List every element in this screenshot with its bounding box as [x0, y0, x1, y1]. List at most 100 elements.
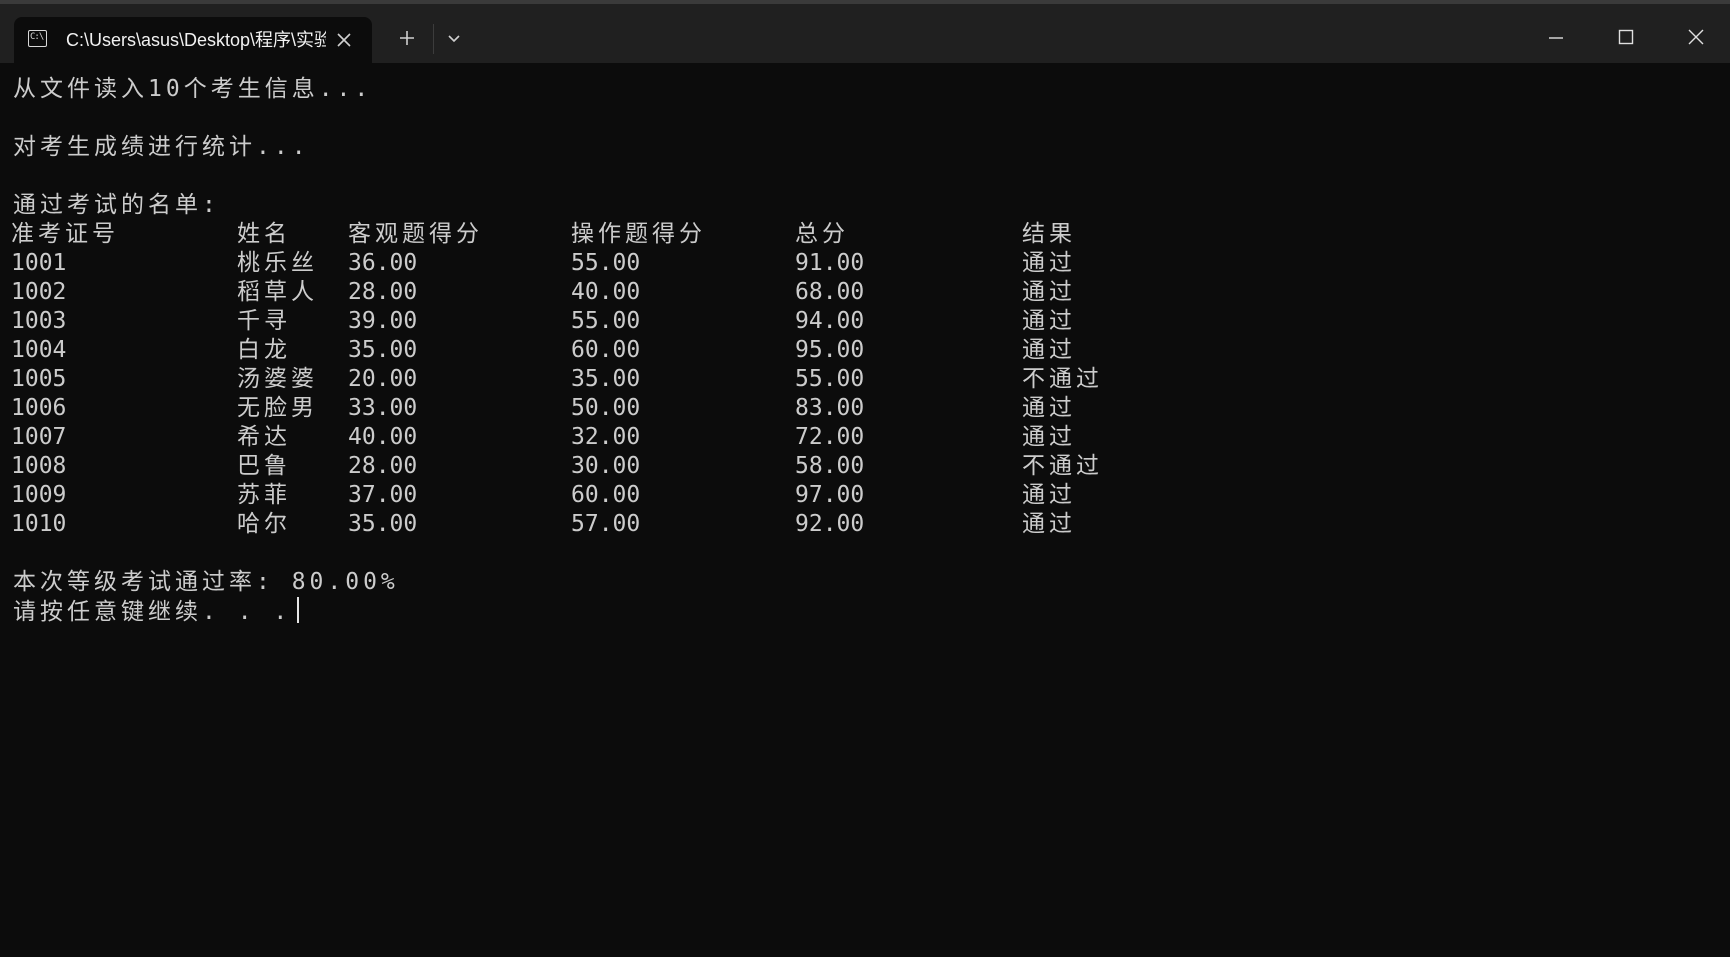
- chevron-down-icon: [448, 35, 460, 43]
- header-result: 结果: [1022, 221, 1076, 247]
- maximize-button[interactable]: [1596, 8, 1656, 64]
- cell-objective-score: 28.00: [348, 453, 418, 479]
- cell-total: 97.00: [795, 482, 865, 508]
- cell-total: 68.00: [795, 279, 865, 305]
- cell-objective-score: 35.00: [348, 337, 418, 363]
- console-line-pass-list: 通过考试的名单:: [13, 192, 220, 218]
- cell-result: 通过: [1022, 511, 1076, 537]
- close-icon: [337, 33, 351, 47]
- table-row: 1010 哈尔 35.00 57.00 92.00 通过: [11, 510, 1713, 539]
- new-tab-button[interactable]: [393, 24, 421, 52]
- cell-practical-score: 60.00: [571, 482, 641, 508]
- header-exam-id: 准考证号: [11, 221, 119, 247]
- cell-name: 无脸男: [237, 395, 318, 421]
- cell-result: 通过: [1022, 424, 1076, 450]
- cell-exam-id: 1001: [11, 250, 67, 276]
- cell-result: 通过: [1022, 308, 1076, 334]
- cell-practical-score: 40.00: [571, 279, 641, 305]
- minimize-button[interactable]: [1526, 8, 1586, 64]
- cell-result: 不通过: [1022, 453, 1103, 479]
- cell-result: 通过: [1022, 337, 1076, 363]
- cell-total: 94.00: [795, 308, 865, 334]
- cell-objective-score: 36.00: [348, 250, 418, 276]
- table-row: 1002 稻草人 28.00 40.00 68.00 通过: [11, 278, 1713, 307]
- cell-objective-score: 33.00: [348, 395, 418, 421]
- text-cursor: [297, 597, 300, 623]
- cell-result: 通过: [1022, 250, 1076, 276]
- cell-practical-score: 60.00: [571, 337, 641, 363]
- cell-exam-id: 1009: [11, 482, 67, 508]
- cell-name: 哈尔: [237, 511, 291, 537]
- console-line-read: 从文件读入10个考生信息...: [13, 76, 373, 102]
- cell-objective-score: 20.00: [348, 366, 418, 392]
- cell-name: 桃乐丝: [237, 250, 318, 276]
- table-row: 1003 千寻 39.00 55.00 94.00 通过: [11, 307, 1713, 336]
- cell-exam-id: 1008: [11, 453, 67, 479]
- cell-practical-score: 30.00: [571, 453, 641, 479]
- cell-exam-id: 1010: [11, 511, 67, 537]
- cell-name: 汤婆婆: [237, 366, 318, 392]
- tab-title: C:\Users\asus\Desktop\程序\实验: [66, 30, 326, 50]
- console-icon: C:\: [28, 30, 47, 47]
- cell-practical-score: 57.00: [571, 511, 641, 537]
- title-bar[interactable]: C:\ C:\Users\asus\Desktop\程序\实验: [0, 4, 1730, 63]
- minimize-icon: [1549, 37, 1563, 39]
- cell-objective-score: 39.00: [348, 308, 418, 334]
- table-row: 1004 白龙 35.00 60.00 95.00 通过: [11, 336, 1713, 365]
- cell-name: 白龙: [237, 337, 291, 363]
- console-output[interactable]: 从文件读入10个考生信息... 对考生成绩进行统计... 通过考试的名单: 准考…: [11, 75, 1713, 626]
- cell-result: 通过: [1022, 395, 1076, 421]
- cell-objective-score: 37.00: [348, 482, 418, 508]
- maximize-icon: [1618, 29, 1634, 45]
- cell-exam-id: 1005: [11, 366, 67, 392]
- cell-total: 92.00: [795, 511, 865, 537]
- close-window-button[interactable]: [1666, 8, 1726, 64]
- cell-practical-score: 55.00: [571, 308, 641, 334]
- table-row: 1008 巴鲁 28.00 30.00 58.00 不通过: [11, 452, 1713, 481]
- cell-total: 55.00: [795, 366, 865, 392]
- table-row: 1001 桃乐丝 36.00 55.00 91.00 通过: [11, 249, 1713, 278]
- table-row: 1006 无脸男 33.00 50.00 83.00 通过: [11, 394, 1713, 423]
- cell-objective-score: 28.00: [348, 279, 418, 305]
- cell-name: 千寻: [237, 308, 291, 334]
- table-row: 1005 汤婆婆 20.00 35.00 55.00 不通过: [11, 365, 1713, 394]
- header-objective-score: 客观题得分: [348, 221, 483, 247]
- table-header: 准考证号 姓名 客观题得分 操作题得分 总分 结果: [11, 220, 1713, 249]
- cell-total: 58.00: [795, 453, 865, 479]
- close-icon: [1688, 29, 1704, 45]
- tab-separator: [433, 24, 434, 54]
- console-prompt-line: 请按任意键继续. . .: [13, 597, 1713, 626]
- cell-total: 83.00: [795, 395, 865, 421]
- terminal-window: C:\ C:\Users\asus\Desktop\程序\实验 从文件读入10个…: [0, 0, 1730, 957]
- cell-name: 希达: [237, 424, 291, 450]
- cell-objective-score: 40.00: [348, 424, 418, 450]
- cell-result: 通过: [1022, 279, 1076, 305]
- tab-console[interactable]: C:\ C:\Users\asus\Desktop\程序\实验: [14, 17, 372, 63]
- tab-close-button[interactable]: [334, 30, 354, 50]
- cell-name: 巴鲁: [237, 453, 291, 479]
- cell-practical-score: 32.00: [571, 424, 641, 450]
- table-row: 1009 苏菲 37.00 60.00 97.00 通过: [11, 481, 1713, 510]
- cell-exam-id: 1007: [11, 424, 67, 450]
- cell-result: 通过: [1022, 482, 1076, 508]
- profile-dropdown-button[interactable]: [440, 24, 468, 52]
- header-name: 姓名: [237, 221, 291, 247]
- console-line-stats: 对考生成绩进行统计...: [13, 134, 310, 160]
- cell-result: 不通过: [1022, 366, 1103, 392]
- cell-practical-score: 55.00: [571, 250, 641, 276]
- cell-exam-id: 1003: [11, 308, 67, 334]
- cell-total: 72.00: [795, 424, 865, 450]
- cell-exam-id: 1006: [11, 395, 67, 421]
- cell-exam-id: 1004: [11, 337, 67, 363]
- cell-practical-score: 50.00: [571, 395, 641, 421]
- header-total: 总分: [795, 221, 849, 247]
- table-row: 1007 希达 40.00 32.00 72.00 通过: [11, 423, 1713, 452]
- cell-total: 95.00: [795, 337, 865, 363]
- header-practical-score: 操作题得分: [571, 221, 706, 247]
- cell-name: 苏菲: [237, 482, 291, 508]
- cell-practical-score: 35.00: [571, 366, 641, 392]
- cell-objective-score: 35.00: [348, 511, 418, 537]
